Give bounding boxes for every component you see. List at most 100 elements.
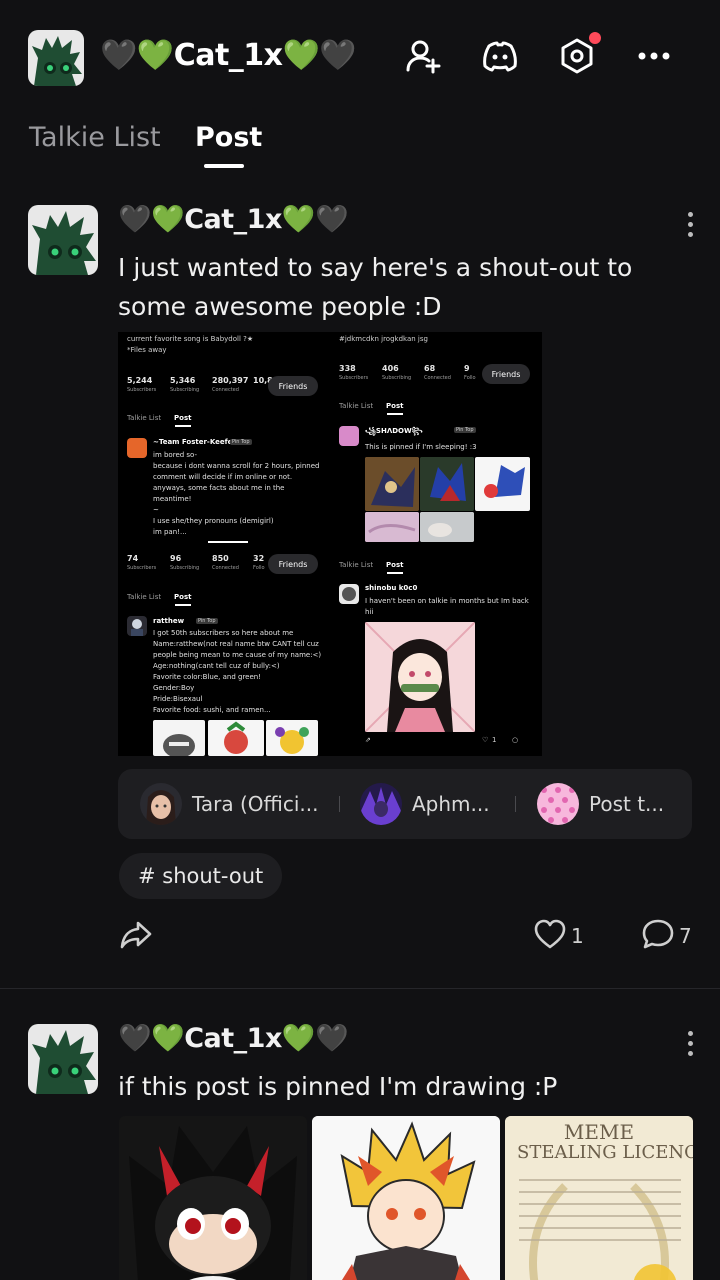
mention-item[interactable]: Post t...: [537, 783, 664, 825]
screenshot-text: *Files away: [127, 346, 167, 354]
stat-label: Subscribing: [170, 387, 200, 393]
stat-label: Follo: [464, 375, 476, 381]
post-image[interactable]: [312, 1116, 500, 1280]
pin-badge: Pin Top: [230, 439, 252, 445]
screenshot-tab-indicator: [387, 572, 403, 574]
license-subtitle: STEALING LICENC: [517, 1142, 693, 1163]
avatar-aphm: [360, 783, 402, 825]
screenshot-thumbnail: [475, 457, 530, 511]
post-author-avatar[interactable]: [28, 1024, 98, 1094]
stat-label: Connected: [424, 375, 451, 381]
post-author-avatar[interactable]: [28, 205, 98, 275]
screenshot-tab: Talkie List: [127, 593, 162, 601]
screenshot-thumbnail: [266, 720, 318, 756]
screenshot-line: Gender:Boy: [153, 684, 195, 692]
screenshot-thumbnail: [365, 457, 419, 511]
post-image[interactable]: [119, 1116, 307, 1280]
mention-separator: [515, 796, 516, 812]
screenshot-line: Favorite food: sushi, and ramen...: [153, 706, 271, 714]
comment-button[interactable]: 7: [641, 918, 692, 954]
stat-label: Subscribers: [127, 387, 157, 393]
post-more-icon[interactable]: [676, 1023, 704, 1063]
stat-label: Connected: [212, 565, 239, 571]
screenshot-tab: Talkie List: [127, 414, 162, 422]
avatar-post: [537, 783, 579, 825]
screenshot-line: Favorite color:Blue, and green!: [153, 673, 262, 681]
stat-label: Subscribing: [382, 375, 412, 381]
screenshot-tab-indicator: [175, 425, 191, 427]
discord-icon[interactable]: [478, 34, 522, 78]
screenshot-tab: Post: [386, 561, 404, 569]
hashtag-chip[interactable]: # shout-out: [119, 853, 283, 899]
screenshot-poster: ratthew: [153, 617, 185, 625]
tab-post[interactable]: Post: [195, 122, 262, 153]
screenshot-line: Age:nothing(cant tell cuz of bully:<): [153, 662, 280, 670]
stat-value: 96: [170, 554, 182, 563]
comment-count: 7: [679, 924, 692, 948]
screenshot-tab: Talkie List: [339, 561, 374, 569]
screenshot-tab-indicator: [175, 604, 191, 606]
more-icon[interactable]: [632, 34, 676, 78]
stat-label: Follo: [253, 565, 265, 571]
stat-label: Subscribers: [127, 565, 157, 571]
mention-item[interactable]: Aphm...: [360, 783, 490, 825]
screenshot-poster: ~Team Foster-Keefe: [153, 438, 233, 446]
pin-badge: Pin Top: [196, 618, 218, 624]
screenshot-tab-indicator: [387, 413, 403, 415]
friends-button: Friends: [268, 376, 318, 396]
add-user-icon[interactable]: [401, 34, 445, 78]
post-author-name[interactable]: 🖤💚Cat_1x💚🖤: [118, 203, 349, 235]
screenshot-tab: Talkie List: [339, 402, 374, 410]
stat-value: 5,346: [170, 376, 196, 385]
top-bar: 🖤💚Cat_1x💚🖤: [0, 0, 720, 118]
stat-value: 74: [127, 554, 139, 563]
mention-separator: [339, 796, 340, 812]
stat-label: Connected: [212, 387, 239, 393]
screenshot-avatar: [339, 584, 359, 604]
screenshot-separator: [208, 541, 248, 543]
stat-value: 338: [339, 364, 356, 373]
post-image[interactable]: MEME STEALING LICENC: [505, 1116, 693, 1280]
screenshot-line: hii: [365, 608, 374, 616]
screenshot-line: anyways, some facts about me in the: [153, 484, 285, 492]
post-divider: [0, 988, 720, 989]
screenshot-line: ~: [153, 506, 159, 514]
screenshot-text: #jdkmcdkn jrogkdkan jsg: [339, 335, 428, 343]
active-tab-indicator: [204, 164, 244, 168]
screenshot-line: people being mean to me cause of my name…: [153, 651, 322, 659]
like-count: 1: [571, 924, 584, 948]
stat-label: Subscribers: [339, 375, 369, 381]
mention-item[interactable]: Tara (Offici...: [140, 783, 319, 825]
stat-label: Subscribing: [170, 565, 200, 571]
notification-dot: [589, 32, 601, 44]
post-text: if this post is pinned I'm drawing :P: [118, 1072, 558, 1101]
share-icon: [119, 917, 153, 955]
friends-button: Friends: [268, 554, 318, 574]
profile-avatar[interactable]: [28, 30, 84, 86]
mention-label: Aphm...: [412, 792, 490, 816]
profile-tabs: Talkie List Post: [0, 118, 720, 178]
screenshot-tab: Post: [174, 414, 192, 422]
license-title: MEME: [563, 1120, 635, 1144]
comment-icon: [641, 917, 675, 955]
screenshot-line: im bored so-: [153, 451, 197, 459]
post-more-icon[interactable]: [676, 204, 704, 244]
post-author-name[interactable]: 🖤💚Cat_1x💚🖤: [118, 1022, 349, 1054]
pin-badge: Pin Top: [454, 427, 476, 433]
screenshot-avatar: [127, 438, 147, 458]
screenshot-line: because i dont wanna scroll for 2 hours,…: [153, 462, 320, 470]
screenshot-right: #jdkmcdkn jrogkdkan jsg 338 Subscribers …: [332, 332, 542, 756]
post-image[interactable]: current favorite song is Babydoll ?★ *Fi…: [118, 332, 542, 756]
screenshot-poster: shinobu k0c0: [365, 584, 418, 592]
screenshot-line: meantime!: [153, 495, 192, 503]
screenshot-line: Name:ratthew(not real name btw CANT tell…: [153, 640, 319, 648]
comment-icon: ○: [512, 736, 519, 744]
tab-talkie-list[interactable]: Talkie List: [29, 122, 161, 153]
screenshot-tab: Post: [386, 402, 404, 410]
settings-icon[interactable]: [555, 32, 601, 78]
like-button[interactable]: 1: [533, 918, 584, 954]
screenshot-line: This is pinned if I'm sleeping! :3: [365, 443, 477, 451]
avatar-tara: [140, 783, 182, 825]
share-button[interactable]: [119, 918, 153, 954]
screenshot-line: I use she/they pronouns (demigirl): [153, 517, 274, 525]
